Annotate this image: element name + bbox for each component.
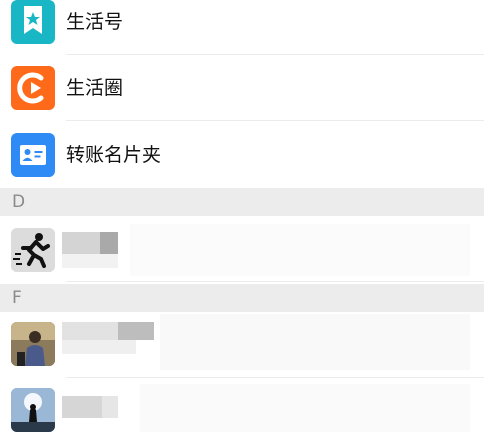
contact-row[interactable] xyxy=(0,312,484,378)
menu-item-life-account[interactable]: 生活号 xyxy=(0,0,484,55)
obscured-area xyxy=(160,314,470,370)
life-circle-icon xyxy=(11,66,55,110)
contact-row[interactable] xyxy=(0,378,484,440)
obscured-name xyxy=(62,322,154,356)
avatar xyxy=(11,322,55,366)
section-header-d: D xyxy=(0,188,484,216)
menu-item-life-circle[interactable]: 生活圈 xyxy=(0,55,484,121)
transfer-card-folder-icon xyxy=(11,133,55,177)
avatar xyxy=(11,388,55,432)
menu-item-transfer-card-folder[interactable]: 转账名片夹 xyxy=(0,121,484,187)
obscured-name xyxy=(62,396,118,418)
obscured-area xyxy=(140,384,470,432)
obscured-name xyxy=(62,232,122,268)
life-account-icon xyxy=(11,0,55,44)
avatar xyxy=(11,228,55,272)
obscured-area xyxy=(130,224,470,276)
menu-item-label: 转账名片夹 xyxy=(66,144,162,166)
section-letter: F xyxy=(12,288,22,308)
contact-row[interactable] xyxy=(0,216,484,282)
section-letter: D xyxy=(12,192,26,212)
menu-item-label: 生活圈 xyxy=(66,77,124,99)
divider xyxy=(66,281,484,282)
section-header-f: F xyxy=(0,284,484,312)
menu-item-label: 生活号 xyxy=(66,11,124,33)
